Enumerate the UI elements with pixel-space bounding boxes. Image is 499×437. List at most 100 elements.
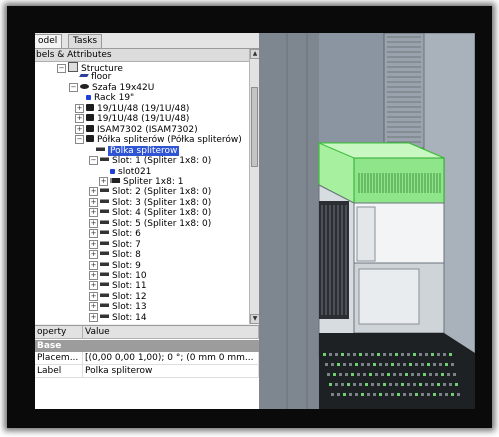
tree-item-label: Slot: 13 [112, 302, 147, 313]
floor-icon [79, 74, 89, 78]
collapse-icon[interactable]: − [69, 82, 78, 92]
value-column-header[interactable]: Value [83, 326, 259, 339]
splitter-icon [110, 177, 120, 183]
property-column-header[interactable]: operty [35, 326, 83, 339]
tree-item-label: 19/1U/48 (19/1U/48) [97, 103, 190, 114]
property-name-label[interactable]: Label [35, 365, 83, 378]
tree-item-label: slot021 [118, 166, 152, 177]
collapse-icon[interactable]: − [57, 64, 66, 73]
tree-item-label: Slot: 8 [112, 250, 141, 261]
blue-rack-icon [86, 95, 91, 101]
slot-icon [100, 188, 109, 193]
slot-icon [100, 303, 109, 308]
tree-item[interactable]: + Slot: 14 [89, 312, 147, 324]
expand-icon[interactable]: + [75, 124, 84, 134]
tree-item-label: Rack 19" [94, 93, 135, 104]
expand-icon[interactable]: + [89, 197, 98, 207]
expand-icon[interactable]: + [89, 302, 98, 312]
tree-item[interactable]: +19/1U/48 (19/1U/48) [75, 114, 189, 125]
rack-icon [86, 114, 94, 122]
tree-item[interactable]: − Półka spliterów (Półka spliterów) [75, 135, 242, 146]
tree-item[interactable]: + Slot: 8 [89, 250, 141, 261]
eye-icon [80, 83, 89, 89]
tree-item-label: floor [91, 72, 112, 83]
expand-icon[interactable]: + [89, 260, 98, 270]
model-tree[interactable]: − Structure floor − Szafa 19x42U Rack 19" +19/… [35, 62, 249, 324]
tree-item[interactable]: − Structure [57, 62, 123, 74]
expand-icon[interactable]: + [89, 271, 98, 280]
tree-item-label: Slot: 5 (Spliter 1x8: 0) [112, 218, 212, 229]
tree-item-label: Slot: 7 [112, 239, 141, 250]
tree-item[interactable]: − Szafa 19x42U [69, 82, 155, 94]
tree-item[interactable]: + Slot: 6 [89, 229, 141, 240]
tree-item[interactable]: Rack 19" [75, 93, 134, 104]
expand-icon[interactable]: + [89, 218, 98, 228]
blue-block-icon [110, 168, 115, 174]
tree-item[interactable]: Polka spliterow [85, 145, 180, 157]
tree-item-label: Slot: 10 [112, 271, 147, 281]
tree-item[interactable]: + Slot: 2 (Spliter 1x8: 0) [89, 187, 211, 198]
tab-model[interactable]: odel [35, 34, 63, 48]
property-value-placement[interactable]: [(0,00 0,00 1,00); 0 °; (0 mm 0 mm... [83, 352, 259, 365]
property-value-label[interactable]: Polka spliterow [83, 365, 259, 378]
tree-item-label: Szafa 19x42U [92, 82, 155, 93]
scroll-down-icon[interactable]: ▼ [250, 314, 259, 324]
slot-icon [100, 261, 109, 266]
tree-item[interactable]: − Slot: 1 (Spliter 1x8: 0) [89, 156, 211, 167]
expand-icon[interactable]: + [89, 239, 98, 249]
expand-icon[interactable]: + [99, 176, 108, 186]
expand-icon[interactable]: + [89, 208, 98, 218]
expand-icon[interactable]: + [89, 281, 98, 291]
tree-item-label: ISAM7302 (ISAM7302) [97, 124, 198, 135]
tree-item[interactable]: + Slot: 3 (Spliter 1x8: 0) [89, 197, 211, 209]
expand-icon[interactable]: + [75, 103, 84, 113]
tab-tasks[interactable]: Tasks [68, 34, 103, 48]
tree-scrollbar[interactable]: ▲ ▼ [249, 49, 259, 324]
collapse-icon[interactable]: − [89, 156, 98, 166]
tree-item-label: 19/1U/48 (19/1U/48) [97, 114, 190, 125]
tree-item-label: Slot: 11 [112, 281, 147, 292]
tree-item[interactable]: + Slot: 7 [89, 239, 141, 251]
tree-item-label: Półka spliterów (Półka spliterów) [97, 135, 242, 146]
structure-icon [68, 62, 78, 72]
tree-item[interactable]: + Spliter 1x8: 1 [99, 176, 183, 188]
expand-icon[interactable]: + [89, 229, 98, 239]
slot-icon [100, 209, 109, 214]
rack-icon [86, 124, 94, 132]
expand-icon[interactable]: + [89, 312, 98, 322]
combo-view-panel: odel Tasks bels & Attributes − Structure f… [35, 33, 259, 409]
tree-header[interactable]: bels & Attributes [35, 49, 250, 62]
property-panel: operty Value Base Placem... [(0,00 0,00 … [35, 325, 259, 409]
tree-item[interactable]: + ISAM7302 (ISAM7302) [75, 124, 198, 136]
tree-item[interactable]: slot021 [99, 167, 151, 178]
slot-icon [100, 157, 109, 162]
expand-icon[interactable]: + [89, 187, 98, 197]
property-name-placement[interactable]: Placem... [35, 352, 83, 365]
slot-icon [96, 146, 105, 151]
tree-item[interactable]: +19/1U/48 (19/1U/48) [75, 103, 190, 115]
tree-item[interactable]: + Slot: 12 [89, 291, 147, 303]
expand-icon[interactable]: + [89, 291, 98, 301]
scroll-up-icon[interactable]: ▲ [250, 49, 259, 59]
expand-icon[interactable]: + [89, 250, 98, 260]
collapse-icon[interactable]: − [75, 135, 84, 145]
slot-icon [100, 240, 109, 245]
tree-item[interactable]: + Slot: 9 [89, 260, 141, 272]
slot-icon [100, 198, 109, 203]
rack-3d-render [259, 33, 475, 409]
tree-item-label: Slot: 12 [112, 291, 147, 302]
application-window: odel Tasks bels & Attributes − Structure f… [35, 33, 475, 409]
3d-viewport[interactable] [259, 33, 475, 409]
tree-item[interactable]: + Slot: 4 (Spliter 1x8: 0) [89, 208, 211, 219]
tree-item[interactable]: + Slot: 13 [89, 302, 147, 313]
slot-icon [100, 292, 109, 297]
tree-item[interactable]: + Slot: 11 [89, 281, 147, 292]
tree-item[interactable]: + Slot: 5 (Spliter 1x8: 0) [89, 218, 212, 230]
expand-icon[interactable]: + [75, 114, 84, 124]
tree-item[interactable]: + Slot: 10 [89, 271, 147, 282]
property-group-base[interactable]: Base [35, 340, 259, 352]
screenshot-frame: odel Tasks bels & Attributes − Structure f… [7, 6, 492, 428]
rack-icon [86, 103, 94, 111]
tree-item[interactable]: floor [69, 72, 111, 83]
scrollbar-thumb[interactable] [251, 87, 258, 167]
